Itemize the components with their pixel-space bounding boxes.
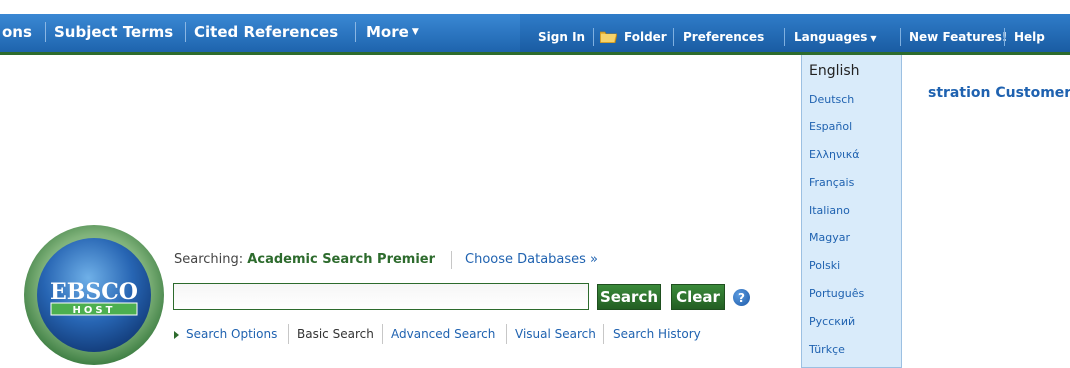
language-option-portugues[interactable]: Português — [809, 287, 864, 300]
searching-info: Searching: Academic Search Premier — [174, 252, 435, 267]
expand-triangle-icon[interactable] — [174, 331, 179, 339]
language-option-deutsch[interactable]: Deutsch — [809, 93, 854, 106]
language-option-espanol[interactable]: Español — [809, 120, 852, 133]
language-option-greek[interactable]: Ελληνικά — [809, 148, 860, 161]
top-navigation: ons Subject Terms Cited References More ▼… — [0, 0, 1070, 55]
nav-separator — [45, 22, 46, 42]
searching-label: Searching: — [174, 252, 244, 267]
nav-bottom-rule — [0, 52, 1070, 55]
language-option-turkce[interactable]: Türkçe — [809, 343, 845, 356]
nav-separator — [673, 28, 674, 46]
nav-item-more-label: More — [366, 23, 409, 41]
nav-separator — [355, 22, 356, 42]
preferences-link[interactable]: Preferences — [683, 30, 764, 44]
language-option-russian[interactable]: Русский — [809, 315, 855, 328]
logo-text-bottom: HOST — [73, 305, 116, 316]
dropdown-arrow-icon: ▼ — [411, 27, 419, 37]
separator — [382, 324, 383, 344]
language-option-italiano[interactable]: Italiano — [809, 204, 850, 217]
language-option-polski[interactable]: Polski — [809, 259, 840, 272]
nav-separator — [1004, 28, 1005, 46]
nav-item-subject-terms[interactable]: Subject Terms — [54, 23, 173, 41]
languages-label: Languages — [794, 30, 868, 44]
clear-button[interactable]: Clear — [671, 284, 725, 310]
visual-search-link[interactable]: Visual Search — [515, 327, 596, 341]
separator — [506, 324, 507, 344]
ebsco-host-logo: EBSCO HOST — [23, 223, 165, 367]
search-button[interactable]: Search — [597, 284, 661, 310]
help-icon[interactable]: ? — [733, 289, 750, 306]
basic-search-link[interactable]: Basic Search — [297, 327, 374, 341]
nav-item-cited-references[interactable]: Cited References — [194, 23, 338, 41]
help-link[interactable]: Help — [1014, 30, 1045, 44]
search-history-link[interactable]: Search History — [613, 327, 701, 341]
dropdown-arrow-icon: ▼ — [870, 34, 877, 43]
search-options-link[interactable]: Search Options — [186, 327, 277, 341]
folder-link[interactable]: Folder — [624, 30, 667, 44]
separator — [288, 324, 289, 344]
nav-item-more[interactable]: More ▼ — [366, 23, 419, 41]
sign-in-link[interactable]: Sign In — [538, 30, 585, 44]
separator — [451, 251, 452, 269]
logo-text-top: EBSCO — [50, 279, 138, 305]
separator — [603, 324, 604, 344]
folder-icon[interactable] — [600, 30, 617, 43]
advanced-search-link[interactable]: Advanced Search — [391, 327, 495, 341]
languages-dropdown: English Deutsch Español Ελληνικά Françai… — [801, 55, 902, 368]
nav-item-publications[interactable]: ons — [2, 23, 32, 41]
new-features-link[interactable]: New Features! — [909, 30, 1007, 44]
current-database: Academic Search Premier — [247, 252, 436, 267]
customer-name: stration Customer — [928, 85, 1070, 101]
nav-separator — [185, 22, 186, 42]
languages-menu-button[interactable]: Languages ▼ — [794, 30, 877, 44]
language-option-magyar[interactable]: Magyar — [809, 231, 850, 244]
search-input[interactable] — [173, 283, 589, 310]
nav-separator — [784, 28, 785, 46]
choose-databases-link[interactable]: Choose Databases » — [465, 252, 598, 267]
main-nav-bar: ons Subject Terms Cited References More ▼ — [0, 14, 520, 54]
language-option-francais[interactable]: Français — [809, 176, 854, 189]
nav-separator — [900, 28, 901, 46]
nav-separator — [593, 28, 594, 46]
language-option-english[interactable]: English — [809, 63, 860, 79]
